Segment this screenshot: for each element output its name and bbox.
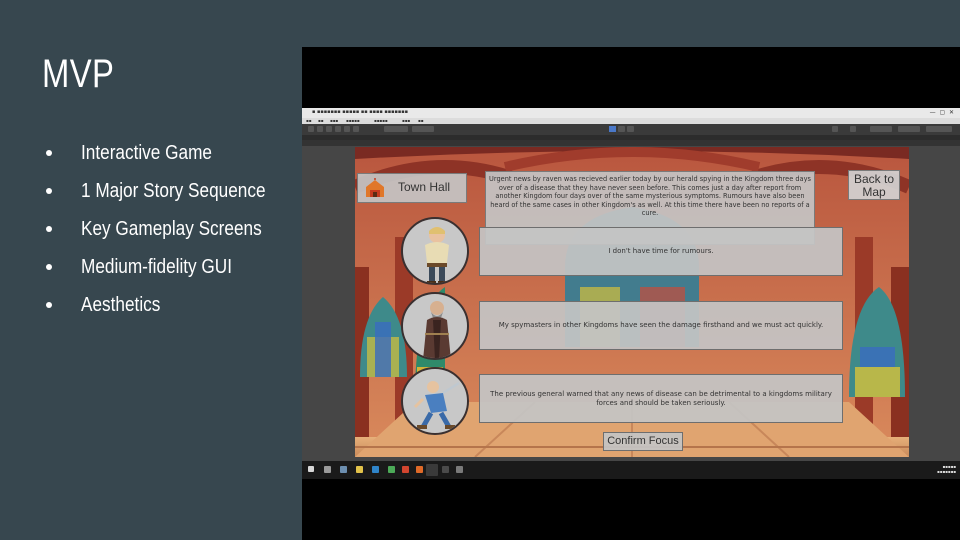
taskbar-app[interactable]	[356, 466, 363, 473]
bullet-dot	[46, 264, 52, 270]
taskbar-app[interactable]	[388, 466, 395, 473]
bullet-item: Interactive Game	[46, 140, 296, 178]
window-controls[interactable]: — ▢ ✕	[930, 109, 954, 116]
editor-toolbar[interactable]	[302, 124, 960, 135]
dialogue-option-3[interactable]: The previous general warned that any new…	[479, 374, 843, 423]
confirm-focus-button[interactable]: Confirm Focus	[603, 432, 683, 451]
location-button[interactable]: Town Hall	[357, 173, 467, 203]
game-screen: Town Hall Urgent news by raven was recie…	[355, 147, 909, 457]
back-to-map-button[interactable]: Back to Map	[848, 170, 900, 200]
location-label: Town Hall	[398, 180, 451, 194]
advisor-portrait-1	[401, 217, 469, 285]
editor-title-bar: ▪ ▪▪▪▪▪▪▪ ▪▪▪▪▪ ▪▪ ▪▪▪▪ ▪▪▪▪▪▪▪ — ▢ ✕	[302, 108, 960, 118]
pause-icon[interactable]	[618, 126, 625, 132]
window-title-blurred: ▪ ▪▪▪▪▪▪▪ ▪▪▪▪▪ ▪▪ ▪▪▪▪ ▪▪▪▪▪▪▪	[312, 109, 409, 115]
taskbar-app[interactable]	[402, 466, 409, 473]
taskbar-app[interactable]	[442, 466, 449, 473]
bullet-item: Medium-fidelity GUI	[46, 254, 296, 292]
play-icon[interactable]	[609, 126, 616, 132]
taskbar-app[interactable]	[456, 466, 463, 473]
taskbar-app[interactable]	[372, 466, 379, 473]
step-icon[interactable]	[627, 126, 634, 132]
bullet-item: 1 Major Story Sequence	[46, 178, 296, 216]
taskbar-active-app[interactable]	[426, 464, 438, 476]
dialogue-option-2[interactable]: My spymasters in other Kingdoms have see…	[479, 301, 843, 350]
windows-start-icon[interactable]	[308, 466, 314, 472]
bullet-dot	[46, 226, 52, 232]
town-hall-icon	[366, 178, 384, 197]
taskbar-app[interactable]	[416, 466, 423, 473]
advisor-portrait-2	[401, 292, 469, 360]
taskbar-app[interactable]	[324, 466, 331, 473]
slide-left-panel: MVP Interactive Game 1 Major Story Seque…	[0, 0, 302, 540]
bullet-dot	[46, 188, 52, 194]
bullet-list: Interactive Game 1 Major Story Sequence …	[46, 140, 296, 330]
slide-title: MVP	[42, 52, 115, 96]
embedded-video[interactable]: ▪ ▪▪▪▪▪▪▪ ▪▪▪▪▪ ▪▪ ▪▪▪▪ ▪▪▪▪▪▪▪ — ▢ ✕ ▪▪…	[302, 47, 960, 540]
windows-taskbar: ▪▪▪▪▪ ▪▪▪▪▪▪▪	[302, 461, 960, 479]
taskbar-clock: ▪▪▪▪▪ ▪▪▪▪▪▪▪	[937, 464, 956, 474]
bullet-dot	[46, 302, 52, 308]
advisor-portrait-3	[401, 367, 469, 435]
dialogue-option-1[interactable]: I don't have time for rumours.	[479, 227, 843, 276]
bullet-item: Key Gameplay Screens	[46, 216, 296, 254]
bullet-item: Aesthetics	[46, 292, 296, 330]
taskbar-app[interactable]	[340, 466, 347, 473]
bullet-dot	[46, 150, 52, 156]
